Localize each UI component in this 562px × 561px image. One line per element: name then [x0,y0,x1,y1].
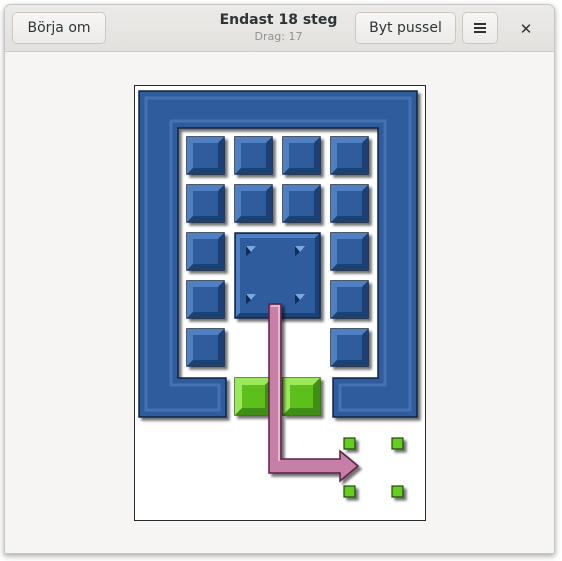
change-puzzle-button[interactable]: Byt pussel [355,12,456,44]
hamburger-menu-icon [474,23,486,33]
block-small[interactable] [330,184,369,223]
goal-block[interactable] [234,377,273,416]
block-small[interactable] [186,232,225,271]
block-small[interactable] [186,328,225,367]
puzzle-board[interactable] [134,85,426,521]
block-small[interactable] [234,136,273,175]
block-small[interactable] [186,280,225,319]
block-small[interactable] [282,184,321,223]
block-small[interactable] [330,136,369,175]
block-small[interactable] [186,184,225,223]
block-small[interactable] [330,232,369,271]
main-menu-button[interactable] [462,12,498,44]
block-small[interactable] [282,136,321,175]
close-button[interactable]: ✕ [513,16,539,42]
puzzle-canvas [138,90,418,498]
goal-block[interactable] [282,377,321,416]
block-small[interactable] [234,184,273,223]
close-icon: ✕ [519,20,533,38]
block-small[interactable] [330,280,369,319]
app-window: Börja om Endast 18 steg Drag: 17 Byt pus… [4,4,555,554]
header-bar: Börja om Endast 18 steg Drag: 17 Byt pus… [5,5,554,52]
restart-button-label: Börja om [27,20,91,36]
change-puzzle-label: Byt pussel [369,20,442,36]
block-small[interactable] [330,328,369,367]
restart-button[interactable]: Börja om [12,12,106,44]
block-small[interactable] [186,136,225,175]
